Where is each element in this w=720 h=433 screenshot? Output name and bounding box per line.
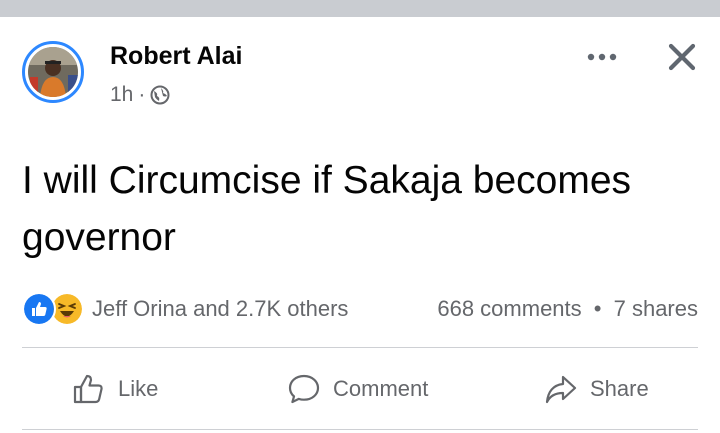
top-bar bbox=[0, 0, 720, 17]
like-button[interactable]: Like bbox=[72, 352, 158, 426]
more-options-icon[interactable] bbox=[585, 46, 619, 68]
comment-button[interactable]: Comment bbox=[287, 352, 428, 426]
post-meta: 1h · bbox=[110, 83, 170, 107]
post-text: I will Circumcise if Sakaja becomes gove… bbox=[22, 159, 632, 259]
like-icon bbox=[73, 374, 103, 404]
like-label: Like bbox=[118, 376, 159, 401]
author-name[interactable]: Robert Alai bbox=[110, 42, 242, 71]
comment-label: Comment bbox=[333, 376, 429, 401]
share-icon bbox=[545, 375, 577, 404]
close-icon[interactable] bbox=[665, 40, 699, 74]
globe-icon[interactable] bbox=[150, 85, 170, 105]
like-reaction-icon bbox=[22, 292, 56, 326]
post-stats: 668 comments • 7 shares bbox=[437, 296, 698, 322]
comment-icon bbox=[288, 374, 320, 404]
share-label: Share bbox=[590, 376, 649, 401]
reactions-summary[interactable]: Jeff Orina and 2.7K others bbox=[22, 292, 348, 326]
post-time[interactable]: 1h bbox=[110, 83, 133, 107]
meta-separator: · bbox=[138, 83, 146, 106]
share-button[interactable]: Share bbox=[544, 352, 649, 426]
stats-separator: • bbox=[593, 296, 602, 321]
comments-count[interactable]: 668 comments bbox=[437, 296, 581, 321]
avatar[interactable] bbox=[22, 41, 84, 103]
reactions-text[interactable]: Jeff Orina and 2.7K others bbox=[92, 296, 348, 322]
divider-top bbox=[22, 347, 698, 348]
shares-count[interactable]: 7 shares bbox=[614, 296, 698, 321]
avatar-image bbox=[28, 47, 78, 97]
divider-bottom bbox=[22, 429, 698, 430]
action-bar: Like Comment Share bbox=[22, 352, 698, 426]
